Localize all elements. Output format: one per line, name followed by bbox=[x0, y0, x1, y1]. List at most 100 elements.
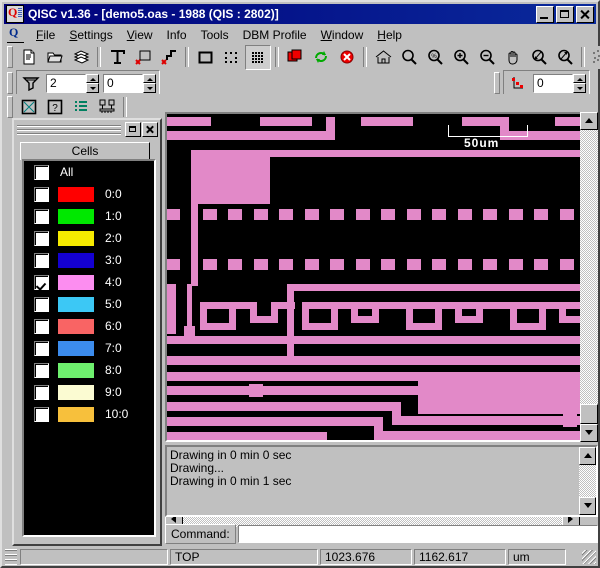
cells-color-swatch[interactable] bbox=[58, 384, 94, 400]
cells-checkbox-4-0[interactable] bbox=[34, 274, 49, 290]
cells-checkbox-9-0[interactable] bbox=[34, 384, 49, 400]
cells-panel-restore-button[interactable] bbox=[125, 122, 141, 137]
dense-grid-icon[interactable] bbox=[245, 44, 271, 70]
depth-spinner-b[interactable]: 0 bbox=[103, 73, 156, 93]
system-menu-icon[interactable] bbox=[7, 25, 24, 43]
close-button[interactable] bbox=[576, 5, 594, 23]
canvas-vertical-scrollbar[interactable] bbox=[580, 112, 598, 442]
sparse-grid-icon[interactable] bbox=[219, 45, 243, 69]
delete-box-icon[interactable] bbox=[131, 45, 155, 69]
log-scroll-down-button[interactable] bbox=[579, 497, 596, 515]
tab-cells[interactable]: Cells bbox=[20, 142, 150, 160]
cells-row-10-0[interactable]: 10:0 bbox=[24, 403, 154, 425]
toolbar-grip[interactable] bbox=[7, 72, 13, 94]
refresh-icon[interactable] bbox=[309, 45, 333, 69]
menu-item-window[interactable]: Window bbox=[314, 26, 371, 44]
log-scroll-up-button[interactable] bbox=[579, 447, 596, 465]
resize-grip[interactable] bbox=[582, 550, 596, 564]
log-vertical-scrollbar[interactable] bbox=[579, 447, 596, 515]
cells-row-9-0[interactable]: 9:0 bbox=[24, 381, 154, 403]
cells-row-all[interactable]: All bbox=[24, 161, 154, 183]
rectangle-select-icon[interactable] bbox=[193, 45, 217, 69]
depth-spinner-b-value[interactable]: 0 bbox=[103, 73, 143, 93]
cells-checkbox-3-0[interactable] bbox=[34, 252, 49, 268]
menu-item-view[interactable]: View bbox=[120, 26, 160, 44]
minimize-button[interactable] bbox=[536, 5, 554, 23]
new-file-icon[interactable] bbox=[17, 45, 41, 69]
cells-panel-titlebar[interactable] bbox=[16, 122, 158, 137]
green-list-icon[interactable] bbox=[69, 95, 93, 119]
cells-checkbox-5-0[interactable] bbox=[34, 296, 49, 312]
chip-connect-icon[interactable] bbox=[95, 95, 119, 119]
cells-color-swatch[interactable] bbox=[58, 362, 94, 378]
maximize-button[interactable] bbox=[556, 5, 574, 23]
menu-item-info[interactable]: Info bbox=[160, 26, 194, 44]
cells-color-swatch[interactable] bbox=[58, 186, 94, 202]
qisc-app-icon[interactable] bbox=[6, 5, 24, 23]
cells-color-swatch[interactable] bbox=[58, 406, 94, 422]
log-vscroll-track[interactable] bbox=[579, 465, 596, 497]
canvas-vscroll-track[interactable] bbox=[580, 130, 598, 404]
toolbar-grip[interactable] bbox=[7, 46, 13, 68]
zoom-out-icon[interactable] bbox=[475, 45, 499, 69]
text-tool-icon[interactable] bbox=[105, 45, 129, 69]
cells-layer-list[interactable]: All 0:0 1:0 2:0 3:0 4:0 5:0 6:0 7:0 8:0 9:0 10:0 bbox=[22, 159, 156, 537]
zoom-next-icon[interactable] bbox=[553, 45, 577, 69]
layout-canvas-area[interactable]: 50um bbox=[165, 112, 598, 442]
cells-checkbox-10-0[interactable] bbox=[34, 406, 49, 422]
cells-row-4-0[interactable]: 4:0 bbox=[24, 271, 154, 293]
zoom-select-icon[interactable] bbox=[397, 45, 421, 69]
layout-canvas[interactable]: 50um bbox=[167, 114, 596, 440]
cells-checkbox-8-0[interactable] bbox=[34, 362, 49, 378]
depth-spinner-a[interactable]: 2 bbox=[46, 73, 99, 93]
cells-row-0-0[interactable]: 0:0 bbox=[24, 183, 154, 205]
cells-color-swatch[interactable] bbox=[58, 252, 94, 268]
menu-item-settings[interactable]: Settings bbox=[62, 26, 119, 44]
cells-row-1-0[interactable]: 1:0 bbox=[24, 205, 154, 227]
zoom-previous-icon[interactable] bbox=[527, 45, 551, 69]
zoom-percent-icon[interactable]: % bbox=[423, 45, 447, 69]
cells-row-2-0[interactable]: 2:0 bbox=[24, 227, 154, 249]
cells-panel-close-button[interactable] bbox=[142, 122, 158, 137]
cells-color-swatch[interactable] bbox=[58, 274, 94, 290]
cells-row-6-0[interactable]: 6:0 bbox=[24, 315, 154, 337]
canvas-vscroll-thumb[interactable] bbox=[580, 404, 598, 424]
pan-hand-icon[interactable] bbox=[501, 45, 525, 69]
depth-spinner-a-value[interactable]: 2 bbox=[46, 73, 86, 93]
stop-icon[interactable] bbox=[335, 45, 359, 69]
depth-spinner-b-arrows[interactable] bbox=[143, 73, 156, 93]
points-spinner-value[interactable]: 0 bbox=[533, 73, 573, 93]
cells-row-5-0[interactable]: 5:0 bbox=[24, 293, 154, 315]
zoom-in-icon[interactable] bbox=[449, 45, 473, 69]
cells-checkbox-7-0[interactable] bbox=[34, 340, 49, 356]
cells-row-7-0[interactable]: 7:0 bbox=[24, 337, 154, 359]
cells-color-swatch[interactable] bbox=[58, 318, 94, 334]
red-points-icon[interactable] bbox=[506, 71, 530, 95]
cells-row-3-0[interactable]: 3:0 bbox=[24, 249, 154, 271]
canvas-scroll-up-button[interactable] bbox=[580, 112, 598, 130]
points-spinner[interactable]: 0 bbox=[533, 73, 586, 93]
cells-checkbox-all[interactable] bbox=[34, 164, 49, 180]
menu-item-dbm-profile[interactable]: DBM Profile bbox=[236, 26, 314, 44]
menu-item-file[interactable]: File bbox=[29, 26, 62, 44]
layers-stack-icon[interactable] bbox=[69, 45, 93, 69]
home-view-icon[interactable] bbox=[371, 45, 395, 69]
cells-color-swatch[interactable] bbox=[58, 340, 94, 356]
menu-item-help[interactable]: Help bbox=[370, 26, 409, 44]
cells-checkbox-2-0[interactable] bbox=[34, 230, 49, 246]
cells-checkbox-1-0[interactable] bbox=[34, 208, 49, 224]
cells-checkbox-0-0[interactable] bbox=[34, 186, 49, 202]
menu-item-tools[interactable]: Tools bbox=[194, 26, 236, 44]
delete-polygon-icon[interactable] bbox=[157, 45, 181, 69]
cells-row-8-0[interactable]: 8:0 bbox=[24, 359, 154, 381]
toolbar-grip[interactable] bbox=[7, 96, 13, 118]
cells-color-swatch[interactable] bbox=[58, 296, 94, 312]
canvas-scroll-down-button[interactable] bbox=[580, 424, 598, 442]
cells-checkbox-6-0[interactable] bbox=[34, 318, 49, 334]
question-box-icon[interactable]: ? bbox=[43, 95, 67, 119]
open-folder-icon[interactable] bbox=[43, 45, 67, 69]
cells-color-swatch[interactable] bbox=[58, 230, 94, 246]
query-area-icon[interactable]: ? bbox=[589, 45, 600, 69]
copy-shape-icon[interactable] bbox=[283, 45, 307, 69]
points-spinner-arrows[interactable] bbox=[573, 73, 586, 93]
